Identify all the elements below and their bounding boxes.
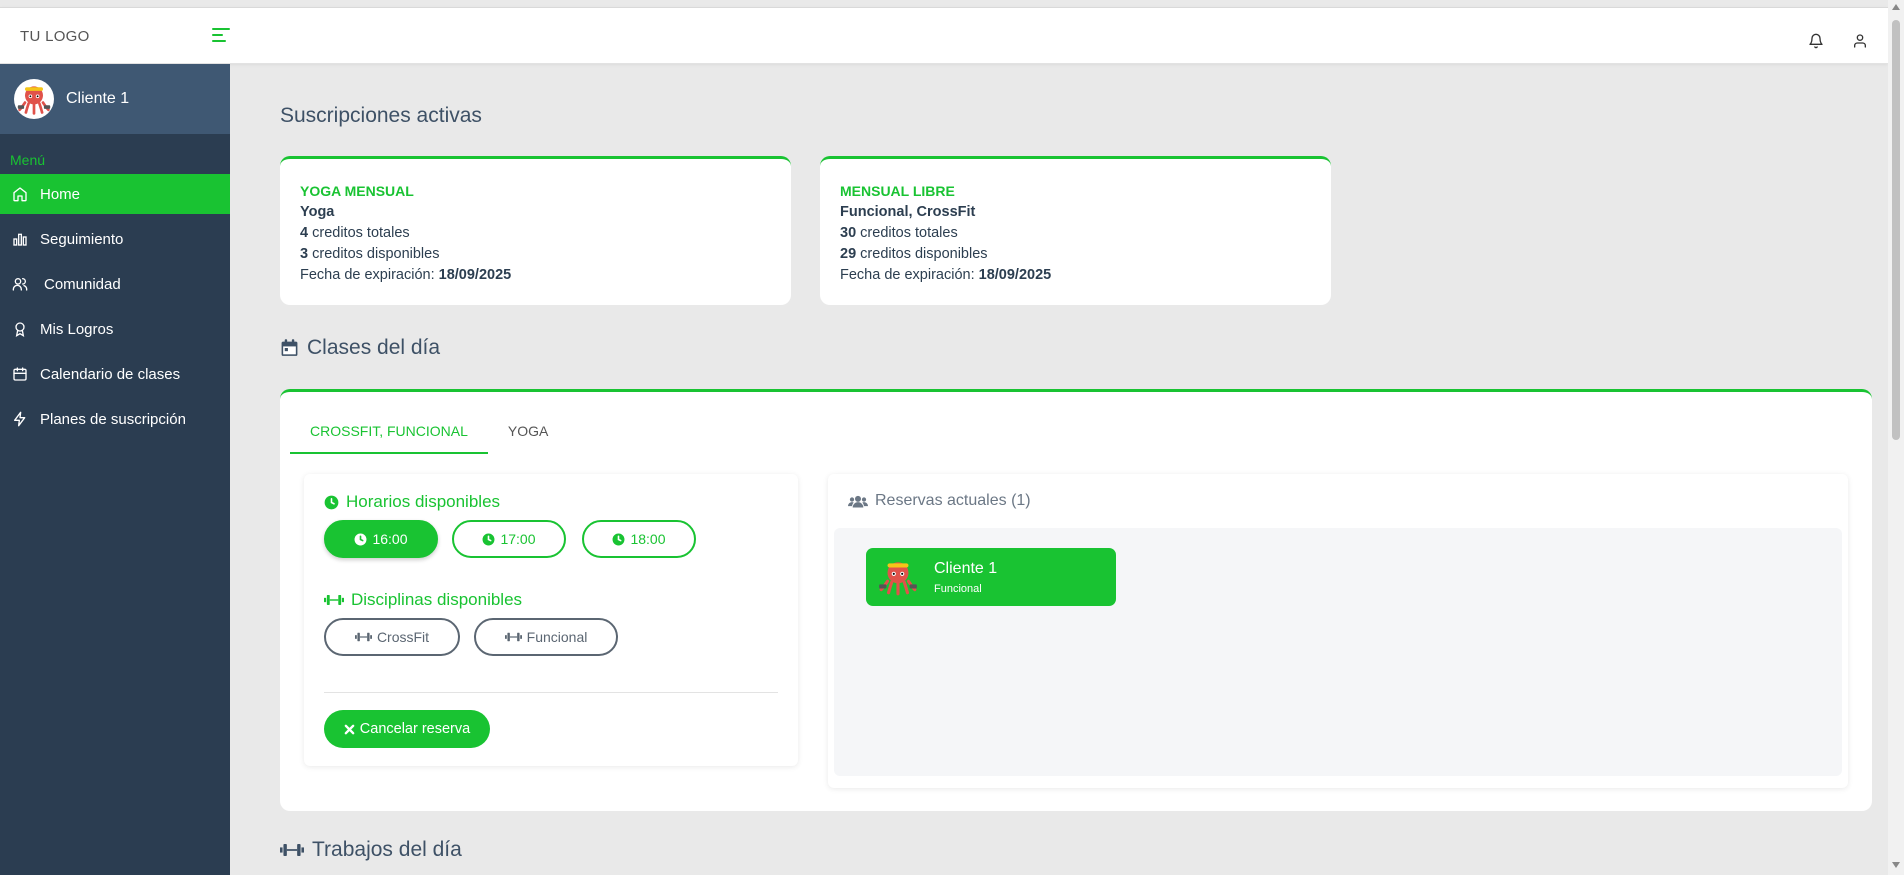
plan-name: MENSUAL LIBRE — [840, 183, 955, 199]
schedule-button-1800[interactable]: 18:00 — [582, 520, 696, 558]
clock-icon — [355, 533, 367, 545]
scrollbar-thumb[interactable] — [1892, 20, 1900, 440]
discipline-button-funcional[interactable]: Funcional — [474, 618, 618, 656]
users-icon — [12, 276, 28, 292]
sidebar-item-label: Planes de suscripción — [40, 410, 186, 428]
sidebar-item-home[interactable]: Home — [0, 174, 230, 214]
sidebar-item-label: Calendario de clases — [40, 365, 181, 383]
clock-icon — [324, 495, 339, 509]
avatar — [876, 555, 920, 599]
classes-card: CROSSFIT, FUNCIONAL YOGA Horarios dispon… — [280, 389, 1872, 811]
close-icon — [344, 724, 355, 734]
user-icon[interactable] — [1852, 33, 1870, 51]
sidebar-item-label: Seguimiento — [40, 230, 124, 248]
divider — [324, 692, 778, 693]
schedules-title: Horarios disponibles — [324, 492, 500, 512]
plan-disciplines: Yoga — [300, 204, 335, 220]
reservation-discipline: Funcional — [934, 582, 982, 595]
discipline-tabs: CROSSFIT, FUNCIONAL YOGA — [290, 420, 568, 454]
profile-name: Cliente 1 — [66, 90, 130, 107]
plan-name: YOGA MENSUAL — [300, 183, 414, 199]
schedule-button-1600[interactable]: 16:00 — [324, 520, 438, 558]
sidebar-profile[interactable]: Cliente 1 — [0, 64, 230, 134]
cancel-reservation-button[interactable]: Cancelar reserva — [324, 710, 490, 748]
sidebar-item-seguimiento[interactable]: Seguimiento — [0, 219, 230, 259]
expiry-line: Fecha de expiración: 18/09/2025 — [300, 267, 512, 283]
workouts-title: Trabajos del día — [280, 838, 462, 862]
subscription-card: MENSUAL LIBRE Funcional, CrossFit 30 cre… — [820, 156, 1331, 305]
expiry-line: Fecha de expiración: 18/09/2025 — [840, 267, 1052, 283]
available-credits-line: 3 creditos disponibles — [300, 246, 440, 262]
schedule-button-1700[interactable]: 17:00 — [452, 520, 566, 558]
sidebar-item-label: Mis Logros — [40, 320, 114, 338]
dumbbell-icon — [504, 632, 522, 642]
reservations-title: Reservas actuales (1) — [848, 492, 1031, 510]
top-bar: TU LOGO — [0, 7, 1888, 64]
schedule-panel: Horarios disponibles 16:00 17:00 18:00 D… — [304, 474, 798, 766]
main-content: Suscripciones activas YOGA MENSUAL Yoga … — [230, 64, 1888, 875]
sidebar-item-comunidad[interactable]: Comunidad — [0, 264, 230, 304]
bell-icon[interactable] — [1808, 33, 1826, 51]
logo: TU LOGO — [20, 28, 90, 45]
subscription-card: YOGA MENSUAL Yoga 4 creditos totales 3 c… — [280, 156, 791, 305]
reservations-area: Cliente 1 Funcional — [834, 528, 1842, 776]
available-credits-line: 29 creditos disponibles — [840, 246, 988, 262]
classes-title: Clases del día — [280, 336, 440, 360]
award-icon — [12, 321, 28, 337]
octopus-mascot-icon — [17, 86, 51, 115]
lightning-icon — [12, 411, 28, 427]
sidebar-item-label: Comunidad — [44, 275, 121, 293]
scroll-down-arrow-icon[interactable] — [1892, 862, 1900, 868]
clock-icon — [483, 533, 495, 545]
total-credits-line: 4 creditos totales — [300, 225, 410, 241]
avatar — [14, 79, 54, 119]
dumbbell-icon — [354, 632, 372, 642]
tab-yoga[interactable]: YOGA — [488, 420, 568, 454]
users-icon — [848, 495, 868, 507]
discipline-button-crossfit[interactable]: CrossFit — [324, 618, 460, 656]
sidebar-item-label: Home — [40, 185, 81, 203]
dumbbell-icon — [280, 844, 304, 856]
reservation-name: Cliente 1 — [934, 559, 998, 577]
sidebar-item-mis-logros[interactable]: Mis Logros — [0, 309, 230, 349]
total-credits-line: 30 creditos totales — [840, 225, 958, 241]
reservations-panel: Reservas actuales (1) Cliente 1 Funciona… — [828, 474, 1848, 788]
reservation-card[interactable]: Cliente 1 Funcional — [866, 548, 1116, 606]
clock-icon — [613, 533, 625, 545]
sidebar-item-calendario[interactable]: Calendario de clases — [0, 354, 230, 394]
menu-toggle-icon[interactable] — [212, 28, 230, 44]
dumbbell-icon — [324, 595, 344, 605]
octopus-mascot-icon — [879, 562, 917, 596]
home-icon — [12, 186, 28, 202]
disciplines-title: Disciplinas disponibles — [324, 590, 522, 610]
bar-chart-icon — [12, 231, 28, 247]
sidebar-item-planes[interactable]: Planes de suscripción — [0, 399, 230, 439]
plan-disciplines: Funcional, CrossFit — [840, 204, 976, 220]
tab-crossfit-funcional[interactable]: CROSSFIT, FUNCIONAL — [290, 420, 488, 454]
calendar-icon — [281, 339, 298, 356]
scroll-up-arrow-icon[interactable] — [1892, 4, 1900, 10]
calendar-icon — [12, 366, 28, 382]
sidebar: Cliente 1 Menú Home Seguimiento Comunida… — [0, 64, 230, 875]
subscriptions-title: Suscripciones activas — [280, 104, 482, 127]
menu-title: Menú — [10, 152, 46, 168]
